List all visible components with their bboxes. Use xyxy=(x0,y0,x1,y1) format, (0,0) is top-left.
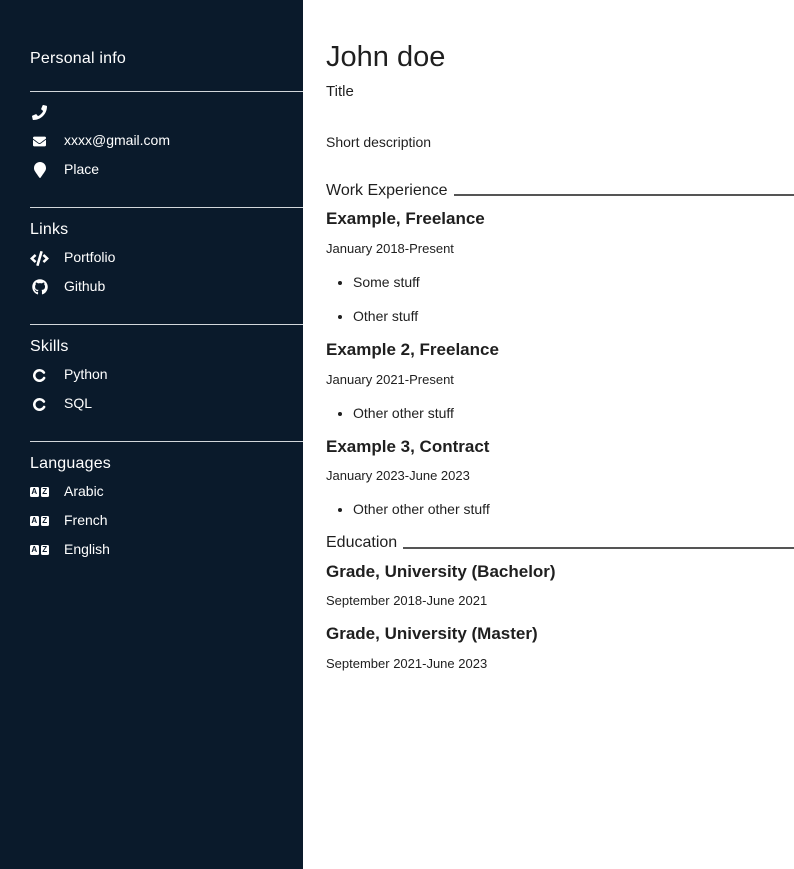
portfolio-link-label: Portfolio xyxy=(64,250,115,265)
sidebar: Personal info xxxx@gmail.com xyxy=(0,0,303,869)
sidebar-item-phone xyxy=(30,104,303,120)
work-experience-section: Work Experience Example, Freelance Janua… xyxy=(326,182,794,517)
skill-label: Python xyxy=(64,367,108,382)
education-entry: Grade, University (Master) September 202… xyxy=(326,624,794,671)
links-title: Links xyxy=(30,221,303,239)
education-entry: Grade, University (Bachelor) September 2… xyxy=(326,562,794,609)
education-entry-dates: September 2021-June 2023 xyxy=(326,656,794,671)
work-entry: Example, Freelance January 2018-Present … xyxy=(326,209,794,324)
work-entry-title: Example 2, Freelance xyxy=(326,340,794,360)
github-icon xyxy=(30,279,49,295)
work-entry: Example 3, Contract January 2023-June 20… xyxy=(326,437,794,518)
work-entry-bullets: Other other stuff xyxy=(326,405,794,421)
circle-notch-icon xyxy=(30,397,49,412)
skills-title: Skills xyxy=(30,338,303,356)
short-description: Short description xyxy=(326,134,794,150)
language-icon: AZ xyxy=(30,516,49,526)
sidebar-section-personal-info: Personal info xxxx@gmail.com xyxy=(30,50,303,178)
language-label: Arabic xyxy=(64,484,104,499)
bullet-item: Some stuff xyxy=(353,274,794,290)
sidebar-item-place: Place xyxy=(30,162,303,178)
education-entry-title: Grade, University (Master) xyxy=(326,624,794,644)
education-heading: Education xyxy=(326,534,794,552)
sidebar-item-skill: SQL xyxy=(30,396,303,412)
sidebar-item-skill: Python xyxy=(30,367,303,383)
sidebar-item-github[interactable]: Github xyxy=(30,279,303,295)
language-label: French xyxy=(64,513,108,528)
work-entry-bullets: Other other other stuff xyxy=(326,501,794,517)
phone-icon xyxy=(30,105,49,120)
divider xyxy=(30,91,303,92)
divider xyxy=(30,441,303,442)
personal-info-title: Personal info xyxy=(30,50,303,68)
work-entry-dates: January 2023-June 2023 xyxy=(326,468,794,483)
bullet-item: Other other other stuff xyxy=(353,501,794,517)
sidebar-item-language: AZ French xyxy=(30,513,303,529)
work-experience-heading: Work Experience xyxy=(326,182,794,200)
sidebar-item-language: AZ Arabic xyxy=(30,484,303,500)
sidebar-item-language: AZ English xyxy=(30,542,303,558)
education-section: Education Grade, University (Bachelor) S… xyxy=(326,534,794,671)
work-entry-dates: January 2021-Present xyxy=(326,372,794,387)
resume-body: John doe Title Short description Work Ex… xyxy=(303,0,794,869)
resume-page: Personal info xxxx@gmail.com xyxy=(0,0,794,869)
heading-rule xyxy=(403,547,794,549)
work-entry-dates: January 2018-Present xyxy=(326,241,794,256)
place-label: Place xyxy=(64,162,99,177)
skill-label: SQL xyxy=(64,396,92,411)
divider xyxy=(30,207,303,208)
person-title: Title xyxy=(326,83,794,100)
github-link-label: Github xyxy=(64,279,105,294)
bullet-item: Other stuff xyxy=(353,308,794,324)
sidebar-section-links: Links Portfolio Github xyxy=(30,207,303,295)
sidebar-item-portfolio[interactable]: Portfolio xyxy=(30,250,303,266)
education-entry-title: Grade, University (Bachelor) xyxy=(326,562,794,582)
location-pin-icon xyxy=(30,162,49,178)
person-name: John doe xyxy=(326,42,794,74)
work-entry-title: Example, Freelance xyxy=(326,209,794,229)
language-icon: AZ xyxy=(30,487,49,497)
sidebar-item-email: xxxx@gmail.com xyxy=(30,133,303,149)
language-icon: AZ xyxy=(30,545,49,555)
email-label: xxxx@gmail.com xyxy=(64,133,170,148)
envelope-icon xyxy=(30,135,49,148)
language-label: English xyxy=(64,542,110,557)
work-entry-bullets: Some stuff Other stuff xyxy=(326,274,794,324)
work-entry: Example 2, Freelance January 2021-Presen… xyxy=(326,340,794,421)
sidebar-section-skills: Skills Python SQL xyxy=(30,324,303,412)
divider xyxy=(30,324,303,325)
education-entry-dates: September 2018-June 2021 xyxy=(326,593,794,608)
languages-title: Languages xyxy=(30,455,303,473)
sidebar-section-languages: Languages AZ Arabic AZ French AZ xyxy=(30,441,303,558)
bullet-item: Other other stuff xyxy=(353,405,794,421)
heading-rule xyxy=(454,194,794,196)
work-entry-title: Example 3, Contract xyxy=(326,437,794,457)
code-icon xyxy=(30,251,49,266)
circle-notch-icon xyxy=(30,368,49,383)
